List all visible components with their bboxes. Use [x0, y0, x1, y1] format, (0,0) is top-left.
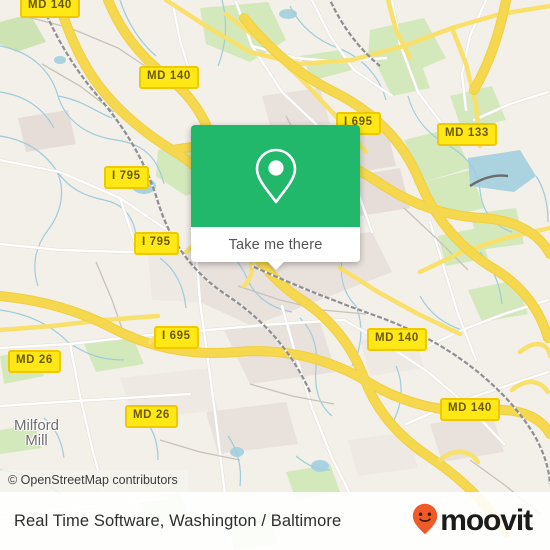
moovit-wordmark: moovit: [440, 504, 533, 537]
popup-pointer-tail: [266, 261, 285, 270]
road-shield-md-140-east-upper: MD 140: [367, 328, 427, 351]
map-vector-layer: .wtr{fill:#aad3df} .stream{fill:none;str…: [0, 0, 550, 550]
map-canvas[interactable]: .wtr{fill:#aad3df} .stream{fill:none;str…: [0, 0, 550, 550]
road-shield-i-695-lower: I 695: [154, 326, 199, 349]
popup-image-placeholder: [191, 125, 360, 227]
road-shield-md-26-west: MD 26: [8, 350, 61, 373]
moovit-logo[interactable]: moovit: [412, 503, 533, 540]
road-shield-md-133: MD 133: [437, 123, 497, 146]
location-popup-card[interactable]: Take me there: [191, 125, 360, 270]
moovit-map-screen: .wtr{fill:#aad3df} .stream{fill:none;str…: [0, 0, 550, 550]
road-shield-i-795-upper: I 795: [104, 166, 149, 189]
popup-cta-bar[interactable]: Take me there: [191, 227, 360, 262]
bottom-bar: Real Time Software, Washington / Baltimo…: [0, 492, 550, 550]
place-title: Real Time Software, Washington / Baltimo…: [14, 511, 342, 530]
road-shield-md-140-east-lower: MD 140: [440, 398, 500, 421]
moovit-smiling-pin-icon: [412, 503, 438, 540]
take-me-there-label: Take me there: [228, 236, 323, 253]
place-label-milford-mill: Milford Mill: [14, 417, 60, 449]
road-shield-md-140-top: MD 140: [139, 66, 199, 89]
osm-attribution[interactable]: © OpenStreetMap contributors: [0, 470, 188, 492]
road-shield-i-795-lower: I 795: [134, 232, 179, 255]
road-shield-md-26-south: MD 26: [125, 405, 178, 428]
map-pin-icon: [253, 147, 299, 205]
road-shield-md-140-top-left-partial: MD 140: [20, 0, 80, 18]
